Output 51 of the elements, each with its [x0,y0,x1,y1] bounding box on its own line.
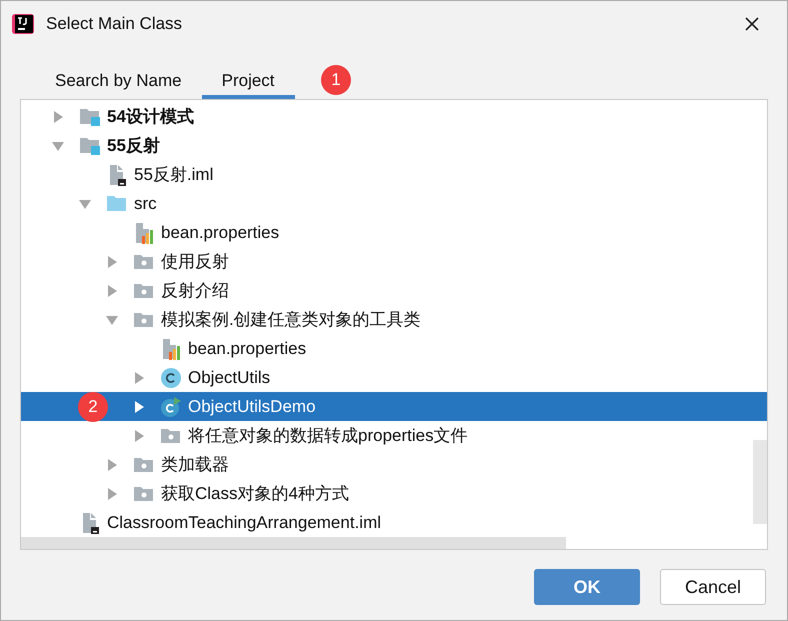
tree-item-label: bean.properties [188,338,306,360]
tree-row[interactable]: bean.properties [21,218,767,247]
tree-row[interactable]: 55反射 [21,131,767,160]
runnable-class-icon [160,396,182,418]
ok-button[interactable]: OK [534,569,640,605]
tree-row[interactable]: 55反射.iml [21,160,767,189]
tree-row[interactable]: 反射介绍 [21,276,767,305]
annotation-badge: 1 [321,65,351,95]
tree-row[interactable]: src [21,189,767,218]
tree-item-label: 类加载器 [161,454,229,476]
expand-arrow-icon[interactable] [105,284,119,298]
tree-item-label: ClassroomTeachingArrangement.iml [107,512,382,534]
tree-item-label: src [134,192,157,215]
tree-item-label: 54设计模式 [107,106,194,128]
expand-arrow-icon[interactable] [105,254,119,268]
expand-arrow-icon[interactable] [105,486,119,500]
tree-item-label: 反射介绍 [161,280,229,302]
horizontal-scrollbar[interactable] [21,537,566,549]
tree-row[interactable]: 54设计模式 [21,102,767,131]
tree-row[interactable]: 类加载器 [21,450,753,479]
tree-row[interactable]: 获取Class对象的4种方式 [21,479,753,508]
expand-arrow-icon[interactable] [105,458,119,472]
expand-arrow-icon[interactable] [132,370,146,384]
class-icon [160,366,182,388]
tree-row[interactable]: ClassroomTeachingArrangement.iml [21,508,753,537]
cancel-button[interactable]: Cancel [660,569,766,605]
app-logo-icon [12,12,36,36]
tree-item-label: 55反射 [107,134,160,157]
tree-item-label: 使用反射 [161,250,229,273]
tree-item-label: 模拟案例.创建任意类对象的工具类 [161,308,421,331]
tree-item-label: ObjectUtils [188,366,270,389]
tree-item-label: bean.properties [161,222,280,244]
expand-arrow-icon[interactable] [132,428,146,442]
tree-row[interactable]: 2 ObjectUtilsDemo [21,392,767,421]
expand-arrow-icon[interactable] [51,110,65,124]
tree-row[interactable]: ObjectUtils [21,363,767,392]
tree-item-label: ObjectUtilsDemo [188,396,316,418]
tree-row[interactable]: 将任意对象的数据转成properties文件 [21,421,753,450]
vertical-scrollbar[interactable] [753,440,767,524]
tree-row[interactable]: 使用反射 [21,247,767,276]
properties-file-icon [133,222,155,244]
annotation-badge: 2 [78,392,108,422]
properties-file-icon [160,338,182,360]
window-title: Select Main Class [46,13,182,36]
tree-item-label: 将任意对象的数据转成properties文件 [188,424,468,447]
tree-row[interactable]: bean.properties [21,334,767,363]
tree-item-label: 获取Class对象的4种方式 [161,482,349,505]
tree-row[interactable]: 模拟案例.创建任意类对象的工具类 [21,305,767,334]
expand-arrow-icon[interactable] [132,400,146,414]
tree-item-label: 55反射.iml [134,164,214,186]
tab[interactable]: Search by Name [35,67,202,99]
